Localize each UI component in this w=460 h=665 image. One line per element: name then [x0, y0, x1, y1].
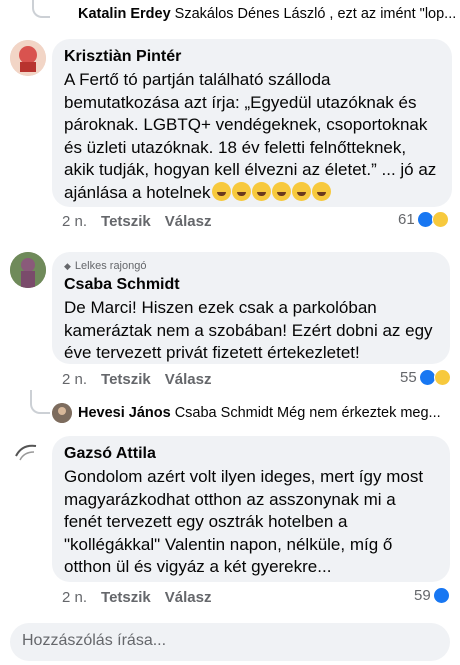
- comment-author[interactable]: Krisztiàn Pintér: [64, 47, 440, 67]
- like-button[interactable]: Tetszik: [101, 589, 151, 606]
- comment-meta: 2 n. Tetszik Válasz: [62, 371, 211, 388]
- reply-button[interactable]: Válasz: [165, 371, 212, 388]
- haha-icon: [431, 211, 449, 228]
- moon-avatar-icon: [55, 7, 63, 23]
- comment-input[interactable]: Hozzászólás írása...: [10, 623, 450, 661]
- comment-bubble: Krisztiàn Pintér A Fertő tó partján talá…: [52, 39, 452, 207]
- reply-author[interactable]: Hevesi János: [78, 405, 171, 421]
- comment-author[interactable]: Csaba Schmidt: [64, 275, 438, 295]
- reaction-count: 59: [414, 587, 431, 604]
- comment-text: A Fertő tó partján található szálloda be…: [64, 69, 440, 204]
- profile-photo-icon: [52, 403, 72, 423]
- comment-author[interactable]: Gazsó Attila: [64, 444, 438, 464]
- haha-icon: [433, 369, 451, 386]
- avatar[interactable]: [50, 5, 70, 25]
- reaction-summary[interactable]: 59: [414, 587, 449, 604]
- comment-text: De Marci! Hiszen ezek csak a parkolóban …: [64, 298, 433, 362]
- avatar[interactable]: [10, 438, 46, 474]
- comment-bubble: Gazsó Attila Gondolom azért volt ilyen i…: [52, 436, 450, 582]
- reply-preview-text: Szakálos Dénes László , ezt az imént "lo…: [174, 6, 457, 22]
- reply-button[interactable]: Válasz: [165, 213, 212, 230]
- thread-connector: [32, 0, 50, 18]
- profile-photo-icon: [10, 40, 46, 76]
- diamond-icon: ◆: [64, 260, 71, 271]
- comment-time[interactable]: 2 n.: [62, 371, 87, 388]
- reply-preview[interactable]: Hevesi János Csaba Schmidt Még nem érkezt…: [78, 405, 441, 421]
- reply-preview-text: Csaba Schmidt Még nem érkeztek meg...: [174, 405, 441, 421]
- comment-text: Gondolom azért volt ilyen ideges, mert í…: [64, 467, 424, 576]
- like-icon: [419, 370, 435, 385]
- like-icon: [433, 588, 449, 603]
- laughing-emoji-icon: [211, 181, 331, 202]
- comment-meta: 2 n. Tetszik Válasz: [62, 589, 211, 606]
- comment-input-placeholder: Hozzászólás írása...: [22, 632, 167, 649]
- comment-meta: 2 n. Tetszik Válasz: [62, 213, 211, 230]
- badge-label: Lelkes rajongó: [74, 260, 147, 272]
- reply-preview[interactable]: Katalin Erdey Szakálos Dénes László , ezt…: [78, 6, 456, 22]
- like-icon: [417, 212, 433, 227]
- avatar[interactable]: [52, 403, 72, 423]
- comment-text-body: A Fertő tó partján található szálloda be…: [64, 70, 437, 202]
- thread-connector: [30, 390, 50, 414]
- profile-photo-icon: [10, 252, 46, 288]
- comment-bubble: ◆ Lelkes rajongó Csaba Schmidt De Marci! …: [52, 252, 450, 364]
- reaction-summary[interactable]: 61: [398, 211, 449, 228]
- reaction-count: 61: [398, 211, 415, 228]
- like-button[interactable]: Tetszik: [101, 213, 151, 230]
- avatar[interactable]: [10, 252, 46, 288]
- reply-button[interactable]: Válasz: [165, 589, 212, 606]
- reaction-count: 55: [400, 369, 417, 386]
- reaction-summary[interactable]: 55: [400, 369, 451, 386]
- like-button[interactable]: Tetszik: [101, 371, 151, 388]
- avatar[interactable]: [10, 40, 46, 76]
- fan-badge: ◆ Lelkes rajongó: [64, 260, 438, 272]
- comment-time[interactable]: 2 n.: [62, 213, 87, 230]
- comment-time[interactable]: 2 n.: [62, 589, 87, 606]
- reply-author[interactable]: Katalin Erdey: [78, 6, 171, 22]
- profile-photo-icon: [15, 444, 37, 461]
